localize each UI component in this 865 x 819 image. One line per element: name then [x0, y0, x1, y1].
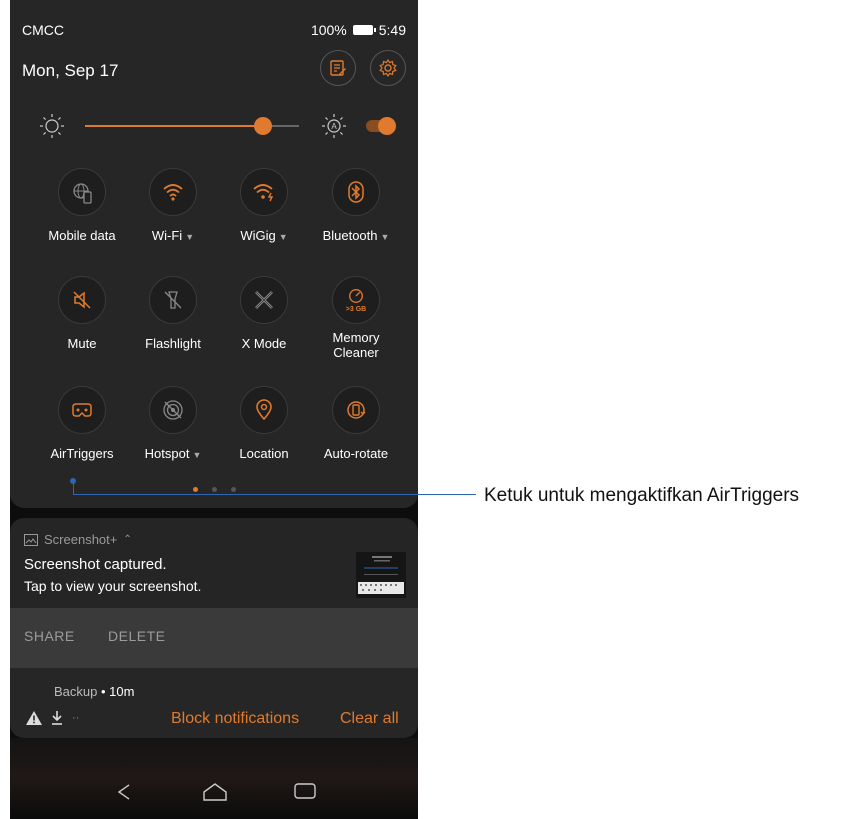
notification-app-name: Screenshot+	[44, 532, 118, 547]
battery-icon	[352, 25, 376, 35]
tile-wigig[interactable]: WiGig ▼	[216, 168, 312, 268]
notification-app-name: Backup	[54, 684, 98, 699]
brightness-thumb[interactable]	[253, 117, 272, 135]
page-dot	[211, 487, 217, 492]
mute-icon	[58, 276, 106, 324]
page-indicator	[10, 487, 418, 492]
more-dots-icon: ··	[72, 712, 80, 724]
bluetooth-icon	[332, 168, 380, 216]
tile-label: X Mode	[241, 336, 287, 351]
status-bar: CMCC 100% 5:49	[22, 22, 406, 40]
clock: 5:49	[378, 22, 406, 38]
tile-hotspot[interactable]: Hotspot ▼	[125, 386, 221, 486]
dropdown-caret-icon[interactable]: ▼	[185, 232, 194, 242]
download-icon	[52, 711, 62, 725]
phone-screen: CMCC 100% 5:49 Mon, Sep 17 A Mobile data…	[10, 0, 418, 819]
battery-percent: 100%	[310, 22, 347, 38]
svg-text:A: A	[331, 122, 337, 131]
callout-text: Ketuk untuk mengaktifkan AirTriggers	[484, 485, 800, 506]
brightness-row: A	[10, 110, 418, 144]
tile-label: Auto-rotate	[323, 446, 389, 461]
quick-settings-panel: CMCC 100% 5:49 Mon, Sep 17 A Mobile data…	[10, 0, 418, 508]
brightness-fill	[85, 125, 263, 127]
date-label: Mon, Sep 17	[22, 61, 119, 80]
auto-rotate-icon	[332, 386, 380, 434]
screenshot-thumbnail[interactable]	[356, 552, 406, 598]
tile-airtriggers[interactable]: AirTriggers	[34, 386, 130, 486]
globe-phone-icon	[58, 168, 106, 216]
tile-bluetooth[interactable]: Bluetooth ▼	[308, 168, 404, 268]
wigig-icon	[240, 168, 288, 216]
tile-auto-rotate[interactable]: Auto-rotate	[308, 386, 404, 486]
gear-icon	[379, 58, 397, 78]
memory-cleaner-icon: >3 GB	[332, 276, 380, 324]
tile-location[interactable]: Location	[216, 386, 312, 486]
tile-memory-cleaner[interactable]: >3 GB Memory Cleaner	[308, 276, 404, 376]
tile-label: Mute	[67, 336, 97, 351]
carrier-name: CMCC	[22, 22, 64, 38]
tile-x-mode[interactable]: X Mode	[216, 276, 312, 376]
page-dot	[230, 487, 236, 492]
image-icon	[24, 533, 38, 546]
tile-label: Bluetooth ▼	[322, 228, 390, 243]
tile-label: Location	[239, 446, 289, 461]
navigation-bar	[10, 768, 418, 818]
hotspot-icon	[149, 386, 197, 434]
location-icon	[240, 386, 288, 434]
notification-actions: SHARE DELETE	[10, 608, 418, 668]
warning-icon	[26, 711, 42, 725]
tile-flashlight[interactable]: Flashlight	[125, 276, 221, 376]
tile-label: Wi-Fi ▼	[151, 228, 195, 243]
chevron-up-icon[interactable]: ⌃	[123, 534, 131, 545]
home-icon[interactable]	[202, 782, 228, 802]
brightness-slider[interactable]	[85, 117, 299, 135]
notification-title: Screenshot captured.	[24, 556, 167, 573]
tile-label: WiGig ▼	[240, 228, 288, 243]
auto-brightness-toggle[interactable]	[366, 117, 396, 135]
share-button[interactable]: SHARE	[24, 628, 75, 644]
memory-sub-label: >3 GB	[345, 306, 367, 313]
airtriggers-icon	[58, 386, 106, 434]
tile-wi-fi[interactable]: Wi-Fi ▼	[125, 168, 221, 268]
block-notifications-button[interactable]: Block notifications	[171, 710, 299, 728]
page-dot	[192, 487, 198, 492]
settings-button[interactable]	[370, 50, 406, 86]
dropdown-caret-icon[interactable]: ▼	[279, 232, 288, 242]
tile-label: Hotspot ▼	[144, 446, 202, 461]
callout-line-vertical	[73, 481, 74, 495]
brightness-low-icon	[40, 114, 64, 138]
notification-age: 10m	[109, 684, 135, 699]
wifi-icon	[149, 168, 197, 216]
recents-icon[interactable]	[294, 782, 316, 800]
delete-button[interactable]: DELETE	[108, 628, 165, 644]
back-icon[interactable]	[114, 782, 134, 802]
auto-brightness-icon: A	[322, 114, 346, 138]
edit-tiles-button[interactable]	[320, 50, 356, 86]
callout-line-horizontal	[73, 494, 476, 495]
backup-notification[interactable]: Backup • 10m ·· Block notifications Clea…	[10, 668, 418, 738]
tile-label: Mobile data	[48, 228, 116, 243]
dropdown-caret-icon[interactable]: ▼	[381, 232, 390, 242]
x-mode-icon	[240, 276, 288, 324]
dropdown-caret-icon[interactable]: ▼	[192, 450, 201, 460]
tile-mobile-data[interactable]: Mobile data	[34, 168, 130, 268]
tile-label: Flashlight	[145, 336, 201, 351]
screenshot-notification[interactable]: Screenshot+ ⌃ Screenshot captured. Tap t…	[10, 518, 418, 668]
notification-text: Tap to view your screenshot.	[24, 578, 202, 594]
edit-icon	[330, 60, 346, 76]
flashlight-icon	[149, 276, 197, 324]
tile-mute[interactable]: Mute	[34, 276, 130, 376]
tile-label: Memory Cleaner	[332, 330, 380, 360]
tile-label: AirTriggers	[50, 446, 114, 461]
clear-all-button[interactable]: Clear all	[340, 710, 399, 728]
